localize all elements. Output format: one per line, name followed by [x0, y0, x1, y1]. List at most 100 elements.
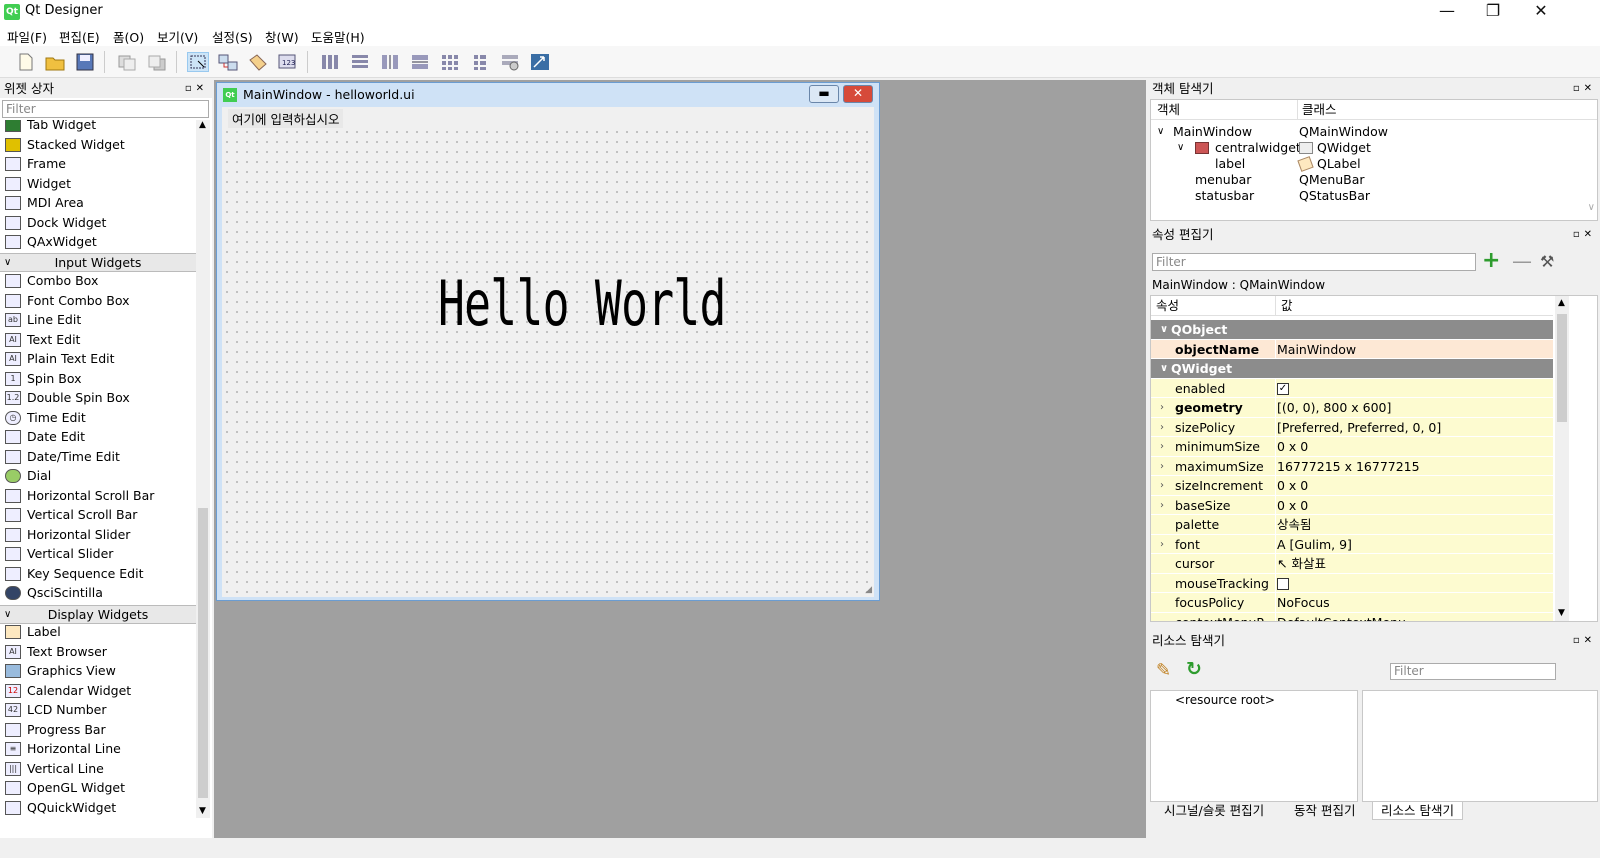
- add-property-icon[interactable]: +: [1482, 250, 1500, 272]
- category-input-widgets[interactable]: ∨ Input Widgets: [0, 253, 196, 272]
- new-file-icon[interactable]: [14, 52, 36, 72]
- send-to-back-icon[interactable]: [116, 52, 138, 72]
- widget-item-frame[interactable]: Frame: [0, 154, 196, 174]
- form-close-button[interactable]: ✕: [843, 85, 873, 103]
- widget-item-datetime-edit[interactable]: Date/Time Edit: [0, 447, 196, 467]
- chevron-right-icon[interactable]: ›: [1160, 418, 1164, 437]
- widget-item-lcd-number[interactable]: 42 LCD Number: [0, 700, 196, 720]
- column-class[interactable]: 클래스: [1297, 100, 1337, 120]
- widget-item-label[interactable]: Label: [0, 622, 196, 642]
- tab-signal-slot-editor[interactable]: 시그널/슬롯 편집기: [1156, 802, 1272, 820]
- property-row-sizeincrement[interactable]: › sizeIncrement 0 x 0: [1151, 476, 1553, 496]
- edit-tab-order-icon[interactable]: 123: [277, 52, 299, 72]
- adjust-size-icon[interactable]: [529, 52, 551, 72]
- tree-row-centralwidget[interactable]: ∨ centralwidget QWidget: [1151, 140, 1553, 156]
- widget-item-stacked-widget[interactable]: Stacked Widget: [0, 135, 196, 155]
- float-icon[interactable]: ▫: [185, 83, 196, 94]
- reload-icon[interactable]: ↻: [1186, 658, 1202, 680]
- menu-settings[interactable]: 설정(S): [212, 27, 253, 46]
- chevron-down-icon[interactable]: ∨: [1157, 124, 1164, 140]
- column-property[interactable]: 속성: [1156, 296, 1179, 316]
- property-group-qwidget[interactable]: ∨ QWidget: [1151, 359, 1553, 379]
- float-icon[interactable]: ▫: [1573, 83, 1584, 94]
- widget-item-text-browser[interactable]: AI Text Browser: [0, 642, 196, 662]
- widget-item-vertical-line[interactable]: ||| Vertical Line: [0, 759, 196, 779]
- chevron-down-icon[interactable]: ∨: [1160, 320, 1168, 339]
- widget-item-dial[interactable]: Dial: [0, 466, 196, 486]
- widget-box-scrollbar[interactable]: ▲ ▼: [196, 120, 210, 818]
- scroll-up-icon[interactable]: ▲: [199, 120, 206, 130]
- close-icon[interactable]: ✕: [1584, 635, 1596, 646]
- edit-resources-pencil-icon[interactable]: ✎: [1156, 660, 1171, 681]
- form-window[interactable]: Qt MainWindow - helloworld.ui ▬ ✕ 여기에 입력…: [216, 82, 880, 601]
- tab-action-editor[interactable]: 동작 편집기: [1286, 802, 1363, 820]
- column-object[interactable]: 객체: [1157, 100, 1180, 120]
- chevron-right-icon[interactable]: ›: [1160, 457, 1164, 476]
- widget-item-horizontal-line[interactable]: ≡ Horizontal Line: [0, 739, 196, 759]
- property-row-enabled[interactable]: enabled ✓: [1151, 378, 1553, 398]
- widget-item-line-edit[interactable]: ab Line Edit: [0, 310, 196, 330]
- hello-label[interactable]: Hello World: [438, 267, 726, 340]
- chevron-down-icon[interactable]: ∨: [1160, 359, 1168, 378]
- column-value[interactable]: 값: [1275, 296, 1293, 316]
- widget-item-qquickwidget[interactable]: QQuickWidget: [0, 798, 196, 818]
- widget-item-vertical-slider[interactable]: Vertical Slider: [0, 544, 196, 564]
- chevron-right-icon[interactable]: ›: [1160, 535, 1164, 554]
- mousetracking-checkbox[interactable]: [1277, 578, 1289, 590]
- enabled-checkbox[interactable]: ✓: [1277, 383, 1289, 395]
- layout-horizontal-icon[interactable]: [319, 52, 341, 72]
- menu-edit[interactable]: 편집(E): [59, 27, 100, 46]
- property-row-mousetracking[interactable]: mouseTracking: [1151, 573, 1553, 593]
- close-icon[interactable]: ✕: [196, 83, 208, 94]
- edit-widgets-icon[interactable]: [187, 52, 209, 72]
- layout-form-icon[interactable]: [469, 52, 491, 72]
- widget-item-qsciscintilla[interactable]: QsciScintilla: [0, 583, 196, 603]
- property-row-objectname[interactable]: objectName MainWindow: [1151, 339, 1553, 359]
- close-button[interactable]: ✕: [1518, 0, 1564, 24]
- widget-item-widget[interactable]: Widget: [0, 174, 196, 194]
- widget-item-calendar-widget[interactable]: 12 Calendar Widget: [0, 681, 196, 701]
- chevron-right-icon[interactable]: ›: [1160, 398, 1164, 417]
- property-row-focuspolicy[interactable]: focusPolicy NoFocus: [1151, 593, 1553, 613]
- open-folder-icon[interactable]: [44, 52, 66, 72]
- bring-to-front-icon[interactable]: [146, 52, 168, 72]
- widget-item-text-edit[interactable]: AI Text Edit: [0, 330, 196, 350]
- edit-buddies-icon[interactable]: [247, 52, 269, 72]
- property-row-cursor[interactable]: cursor ↖ 화살표: [1151, 554, 1553, 574]
- widget-item-horizontal-slider[interactable]: Horizontal Slider: [0, 525, 196, 545]
- scrollbar-thumb[interactable]: [1557, 314, 1567, 422]
- menu-placeholder[interactable]: 여기에 입력하십시오: [228, 109, 344, 128]
- widget-item-date-edit[interactable]: Date Edit: [0, 427, 196, 447]
- break-layout-icon[interactable]: [499, 52, 521, 72]
- property-row-font[interactable]: › font A [Gulim, 9]: [1151, 534, 1553, 554]
- property-row-geometry[interactable]: › geometry [(0, 0), 800 x 600]: [1151, 398, 1553, 418]
- widget-item-dock-widget[interactable]: Dock Widget: [0, 213, 196, 233]
- menu-view[interactable]: 보기(V): [157, 27, 198, 46]
- property-row-palette[interactable]: palette 상속됨: [1151, 515, 1553, 535]
- property-row-sizepolicy[interactable]: › sizePolicy [Preferred, Preferred, 0, 0]: [1151, 417, 1553, 437]
- property-row-maximumsize[interactable]: › maximumSize 16777215 x 16777215: [1151, 456, 1553, 476]
- property-row-basesize[interactable]: › baseSize 0 x 0: [1151, 495, 1553, 515]
- widget-item-key-sequence-edit[interactable]: Key Sequence Edit: [0, 564, 196, 584]
- widget-item-spin-box[interactable]: 1 Spin Box: [0, 369, 196, 389]
- menu-file[interactable]: 파일(F): [7, 27, 47, 46]
- tree-row-label[interactable]: label QLabel: [1151, 156, 1553, 172]
- widget-item-combo-box[interactable]: Combo Box: [0, 271, 196, 291]
- menu-help[interactable]: 도움말(H): [311, 27, 365, 46]
- widget-item-double-spin-box[interactable]: 1.2 Double Spin Box: [0, 388, 196, 408]
- chevron-right-icon[interactable]: ›: [1160, 437, 1164, 456]
- layout-v-splitter-icon[interactable]: [409, 52, 431, 72]
- tree-row-statusbar[interactable]: statusbar QStatusBar: [1151, 188, 1553, 204]
- widget-item-tab-widget[interactable]: Tab Widget: [0, 120, 196, 135]
- form-menubar[interactable]: 여기에 입력하십시오: [222, 107, 874, 128]
- widget-item-plain-text-edit[interactable]: AI Plain Text Edit: [0, 349, 196, 369]
- widget-item-qaxwidget[interactable]: QAxWidget: [0, 232, 196, 252]
- widget-item-vertical-scroll-bar[interactable]: Vertical Scroll Bar: [0, 505, 196, 525]
- scroll-up-icon[interactable]: ▲: [1558, 298, 1565, 308]
- property-row-contextmenupolicy[interactable]: contextMenuP DefaultContextMenu: [1151, 612, 1553, 621]
- property-filter-input[interactable]: Filter: [1152, 253, 1476, 271]
- tree-row-mainwindow[interactable]: ∨ MainWindow QMainWindow: [1151, 124, 1553, 140]
- resource-filter-input[interactable]: Filter: [1390, 663, 1556, 680]
- scroll-down-icon[interactable]: ▼: [199, 806, 206, 816]
- scrollbar-thumb[interactable]: [198, 508, 208, 798]
